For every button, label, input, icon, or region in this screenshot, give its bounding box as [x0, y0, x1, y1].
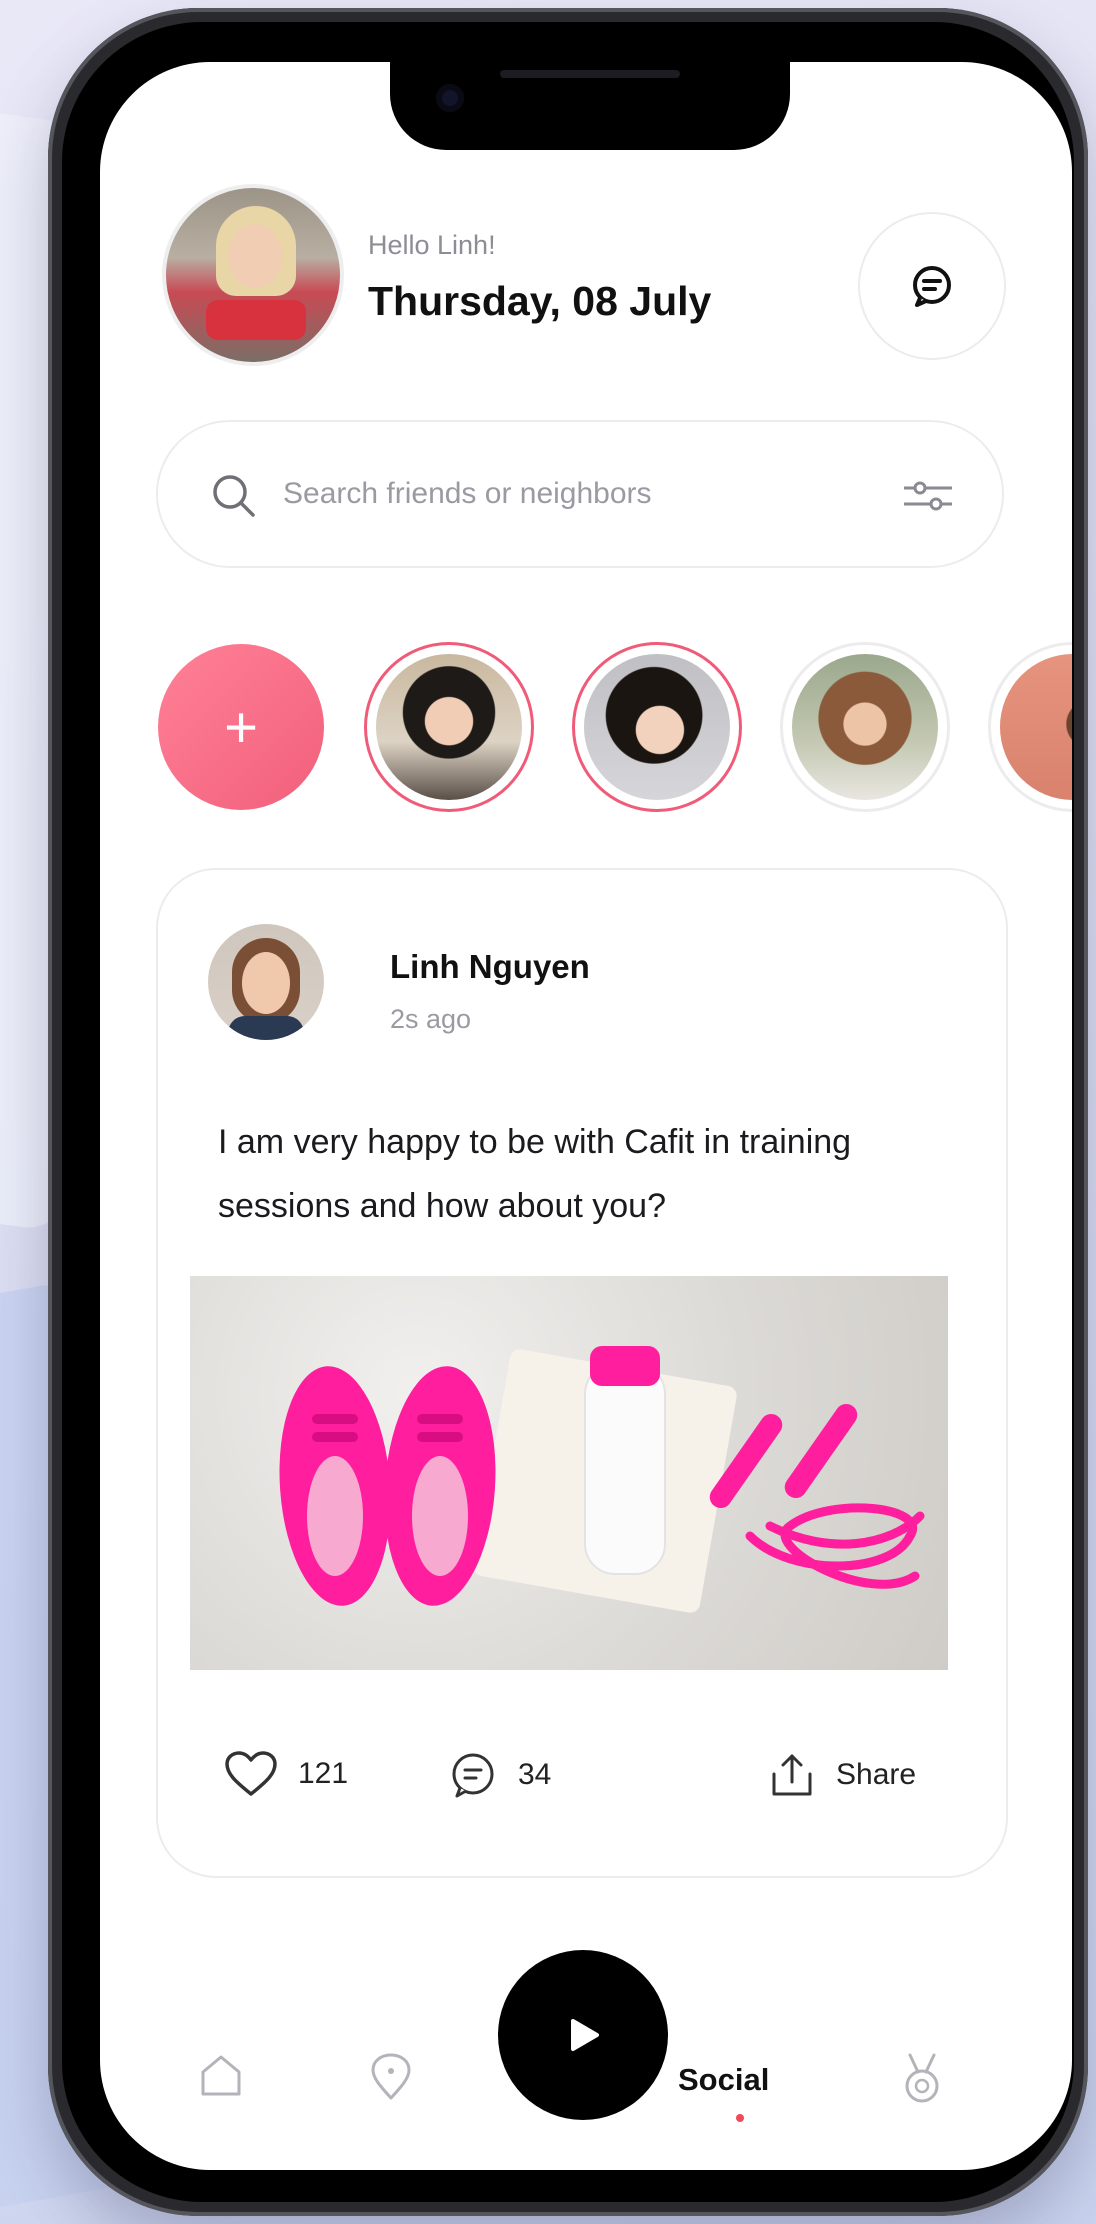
- post-card: Linh Nguyen 2s ago I am very happy to be…: [156, 868, 1008, 1878]
- messages-button[interactable]: [858, 212, 1006, 360]
- play-button[interactable]: [498, 1950, 668, 2120]
- share-icon: [772, 1754, 812, 1796]
- active-indicator: [736, 2114, 744, 2122]
- bottom-nav: Social: [100, 1912, 1072, 2122]
- greeting-text: Hello Linh!: [368, 230, 496, 260]
- profile-avatar[interactable]: [162, 184, 344, 366]
- story-avatar[interactable]: [572, 642, 742, 812]
- post-author-avatar[interactable]: [208, 924, 324, 1040]
- medal-icon[interactable]: [900, 2052, 944, 2106]
- post-timestamp: 2s ago: [390, 1004, 472, 1034]
- avatar-face: [242, 952, 290, 1014]
- post-actions: 121 34 Share: [158, 1740, 1006, 1810]
- like-button[interactable]: 121: [224, 1750, 348, 1798]
- comment-count: 34: [518, 1758, 552, 1791]
- nav-item-social[interactable]: Social: [678, 2062, 769, 2098]
- notch: [390, 62, 790, 150]
- story-avatar[interactable]: [364, 642, 534, 812]
- camera-icon: [436, 84, 464, 112]
- search-icon: [213, 475, 255, 517]
- home-icon[interactable]: [198, 2052, 244, 2098]
- story-photo: [1000, 654, 1072, 800]
- chat-icon: [913, 266, 951, 307]
- play-icon: [571, 2019, 599, 2051]
- add-story-button[interactable]: +: [158, 644, 324, 810]
- comment-button[interactable]: 34: [448, 1750, 551, 1800]
- share-label: Share: [836, 1758, 917, 1791]
- location-icon[interactable]: [368, 2052, 414, 2102]
- filter-icon[interactable]: [902, 474, 954, 518]
- story-photo: [376, 654, 522, 800]
- fitness-gear-image: [279, 1346, 925, 1613]
- avatar-face: [228, 224, 282, 288]
- story-avatar[interactable]: [780, 642, 950, 812]
- avatar-outfit: [206, 300, 306, 340]
- post-image[interactable]: [190, 1276, 948, 1670]
- story-avatar[interactable]: [988, 642, 1072, 812]
- avatar-outfit: [228, 1016, 304, 1040]
- heart-icon: [225, 1751, 277, 1796]
- post-author-name[interactable]: Linh Nguyen: [390, 948, 590, 986]
- story-photo: [584, 654, 730, 800]
- search-input[interactable]: Search friends or neighbors: [156, 420, 1004, 568]
- speaker: [500, 70, 680, 78]
- plus-icon: +: [224, 694, 258, 760]
- share-button[interactable]: Share: [768, 1750, 916, 1800]
- page-title: Thursday, 08 July: [368, 278, 712, 324]
- like-count: 121: [298, 1757, 349, 1790]
- comment-icon: [452, 1753, 494, 1798]
- search-placeholder: Search friends or neighbors: [283, 477, 652, 510]
- app-screen: Hello Linh! Thursday, 08 July Search fri…: [100, 62, 1072, 2170]
- story-photo: [792, 654, 938, 800]
- post-text: I am very happy to be with Cafit in trai…: [218, 1123, 852, 1225]
